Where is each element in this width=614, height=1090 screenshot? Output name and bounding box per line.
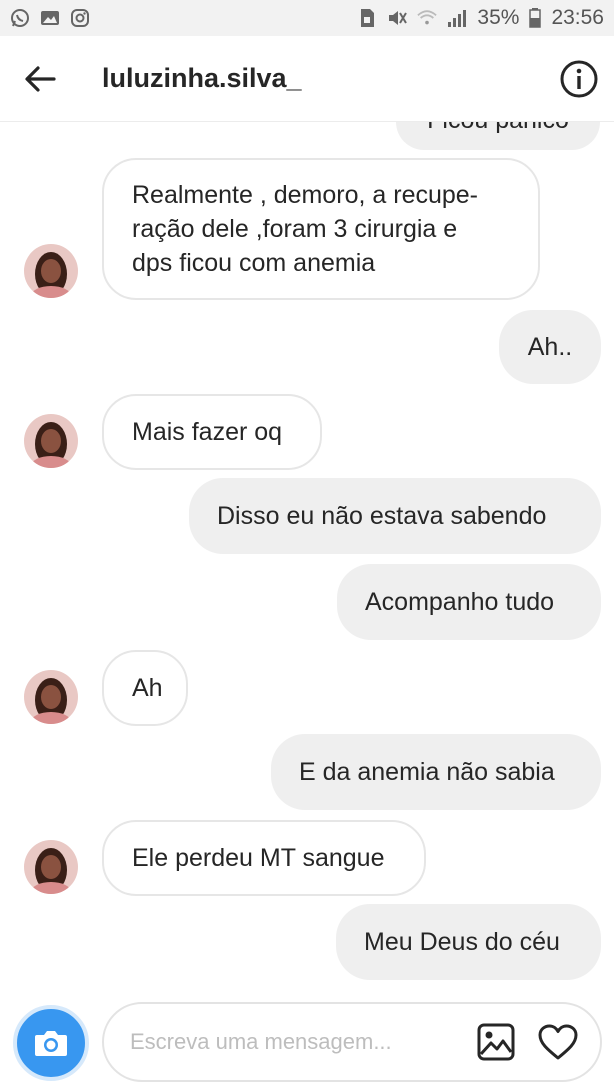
- message-incoming[interactable]: Ele perdeu MT sangue: [102, 820, 426, 896]
- message-text: Disso eu não estava sabendo: [217, 502, 547, 530]
- avatar[interactable]: [24, 414, 78, 468]
- message-text: Ele perdeu MT sangue: [132, 844, 385, 872]
- message-outgoing[interactable]: Meu Deus do céu: [336, 904, 601, 980]
- status-bar: 35% 23:56: [0, 0, 614, 36]
- message-composer: [102, 1002, 602, 1082]
- message-incoming[interactable]: Ah: [102, 650, 188, 726]
- info-icon: [560, 60, 598, 97]
- notification-icons: [10, 8, 90, 28]
- sim-icon: [357, 8, 377, 28]
- avatar[interactable]: [24, 244, 78, 298]
- message-incoming[interactable]: Realmente , demoro, a recupe- ração dele…: [102, 158, 540, 300]
- message-text-line: ração dele ,foram 3 cirurgia e: [132, 215, 458, 243]
- conversation-header: luluzinha.silva_: [0, 36, 614, 122]
- avatar[interactable]: [24, 840, 78, 894]
- message-text: Acompanho tudo: [365, 588, 555, 616]
- back-button[interactable]: [0, 36, 80, 122]
- instagram-notification-icon: [70, 8, 90, 28]
- message-text: Ah..: [527, 333, 573, 361]
- message-text: Mais fazer oq: [132, 418, 283, 446]
- whatsapp-icon: [10, 8, 30, 28]
- wifi-icon: [417, 8, 438, 28]
- signal-icon: [447, 8, 467, 28]
- message-outgoing[interactable]: Disso eu não estava sabendo: [189, 478, 601, 554]
- camera-icon: [35, 1031, 67, 1056]
- conversation-username[interactable]: luluzinha.silva_: [102, 63, 544, 94]
- message-text-line: dps ficou com anemia: [132, 249, 376, 277]
- like-button[interactable]: [530, 1014, 586, 1070]
- message-text: Ficou pânico: [427, 122, 569, 137]
- camera-button[interactable]: [13, 1005, 89, 1081]
- message-text: E da anemia não sabia: [299, 758, 555, 786]
- heart-icon: [538, 1024, 578, 1060]
- message-outgoing[interactable]: Acompanho tudo: [337, 564, 601, 640]
- avatar[interactable]: [24, 670, 78, 724]
- message-outgoing[interactable]: E da anemia não sabia: [271, 734, 601, 810]
- arrow-left-icon: [25, 65, 56, 92]
- mute-icon: [387, 8, 408, 28]
- message-outgoing[interactable]: Ficou pânico: [396, 122, 600, 150]
- message-text: Ah: [132, 674, 163, 702]
- battery-icon: [529, 8, 542, 28]
- message-text: Meu Deus do céu: [364, 928, 560, 956]
- gallery-button[interactable]: [468, 1014, 524, 1070]
- message-outgoing[interactable]: Ah..: [499, 310, 601, 384]
- message-text-line: Realmente , demoro, a recupe-: [132, 181, 479, 209]
- clock: 23:56: [551, 6, 604, 29]
- battery-percent: 35%: [477, 6, 520, 29]
- message-incoming[interactable]: Mais fazer oq: [102, 394, 322, 470]
- info-button[interactable]: [544, 36, 614, 122]
- image-icon: [477, 1023, 515, 1061]
- message-input[interactable]: [130, 1029, 468, 1055]
- message-thread[interactable]: Ficou pânico Realmente , demoro, a recup…: [0, 122, 614, 994]
- gallery-notification-icon: [40, 8, 60, 28]
- system-indicators: 35% 23:56: [357, 6, 604, 30]
